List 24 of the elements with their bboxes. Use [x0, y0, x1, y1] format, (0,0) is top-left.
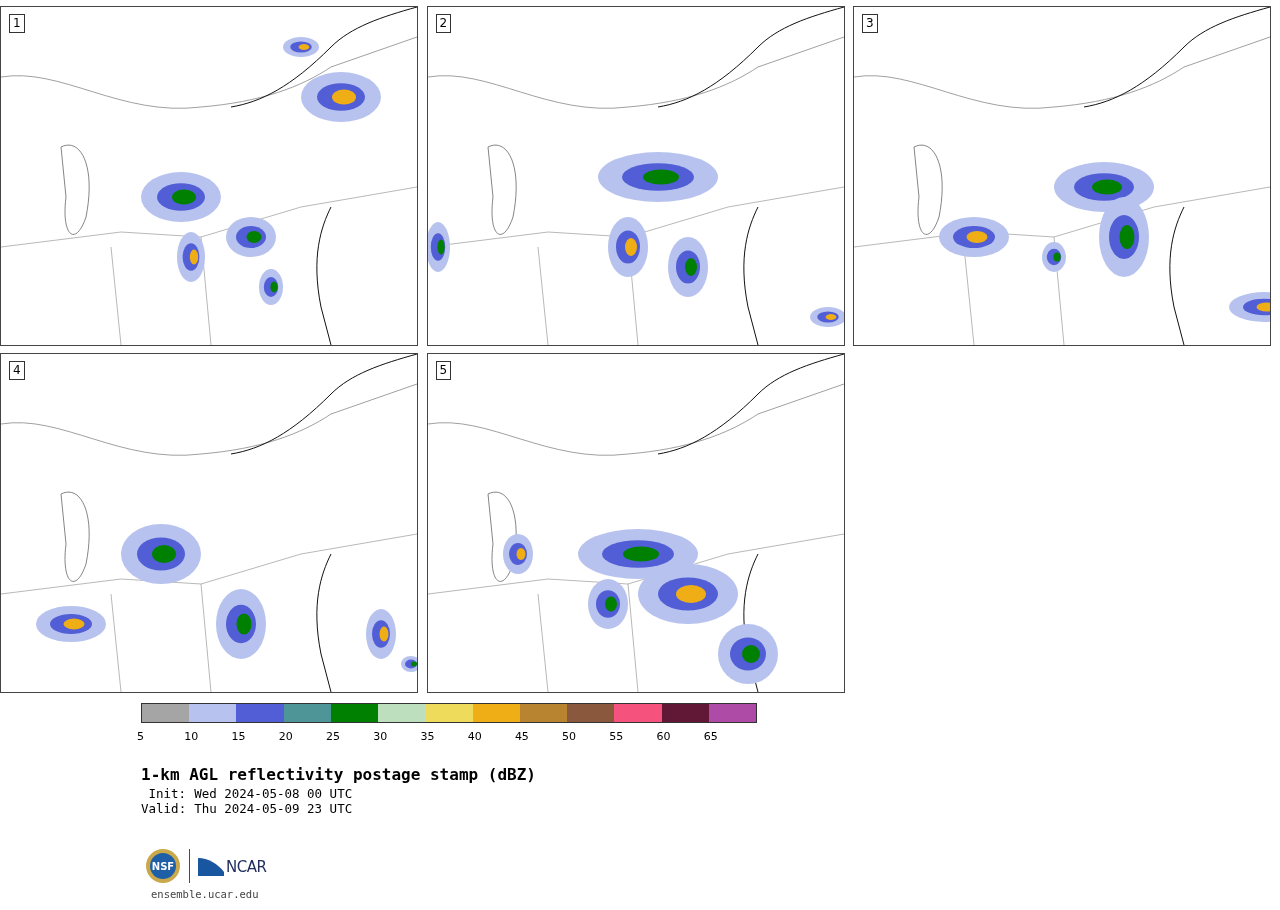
time-label: Valid:: [141, 801, 187, 816]
panel-number: 3: [862, 14, 878, 33]
panel-number: 4: [9, 361, 25, 380]
scale-tick-label: 10: [184, 730, 199, 743]
chart-title: 1-km AGL reflectivity postage stamp (dBZ): [141, 765, 537, 784]
time-value: Thu 2024-05-09 23 UTC: [194, 801, 353, 816]
scale-tick-label: 45: [514, 730, 529, 743]
time-label: Init:: [147, 786, 187, 801]
ncar-logo: NCAR: [198, 856, 267, 876]
scale-tick-label: 15: [231, 730, 246, 743]
scale-tick-label: 35: [420, 730, 435, 743]
scale-tick-label: 20: [278, 730, 293, 743]
scale-tick-label: 65: [703, 730, 718, 743]
scale-tick-label: 40: [467, 730, 482, 743]
scale-tick-label: 55: [609, 730, 624, 743]
scale-tick-label: 5: [137, 730, 144, 743]
scale-tick-label: 25: [325, 730, 340, 743]
website-url: ensemble.ucar.edu: [151, 888, 260, 900]
scale-tick-label: 30: [373, 730, 388, 743]
nsf-logo: NSF: [145, 848, 181, 884]
scale-tick-label: 50: [562, 730, 577, 743]
scale-tick-label: 60: [656, 730, 671, 743]
time-value: Wed 2024-05-08 00 UTC: [194, 786, 353, 801]
panel-number: 1: [9, 14, 25, 33]
